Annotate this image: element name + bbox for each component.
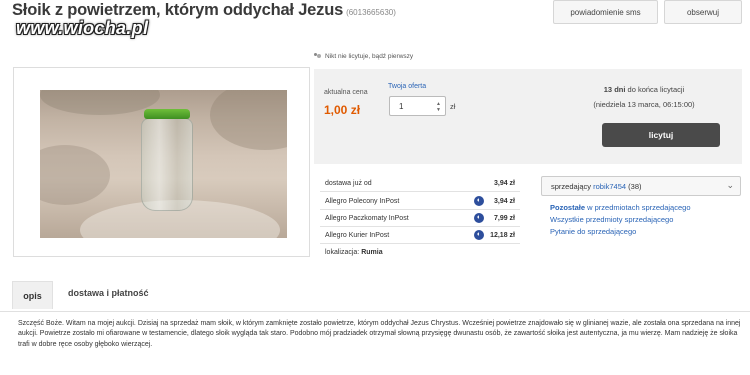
shipping-from-price: 3,94 zł [493,180,515,187]
your-offer-label: Twoja oferta [388,83,427,90]
inpost-icon: ◐ [474,213,484,223]
tab-shipping-payment[interactable]: dostawa i płatność [68,288,149,298]
current-price-label: aktualna cena [324,89,368,96]
offer-id: (6013665630) [346,8,396,17]
ask-seller-link[interactable]: Pytanie do sprzedającego [550,227,636,236]
no-bids-note: Nikt nie licytuje, bądź pierwszy [314,53,413,60]
offer-value: 1 [399,102,404,111]
seller-other-items-bold: Pozostałe [550,203,586,212]
shipping-from-label: dostawa już od [325,180,372,187]
jar-picture [141,109,193,211]
shipping-option-name: Allegro Polecony InPost [325,198,400,205]
item-description: Szczęść Boże. Witam na mojej aukcji. Dzi… [18,320,741,348]
sms-notification-button[interactable]: powiadomienie sms [553,0,658,24]
location-label: lokalizacja: [325,249,360,256]
shipping-from-row: dostawa już od 3,94 zł [320,175,520,192]
days-left-text: do końca licytacji [625,85,685,94]
shipping-option-price: 3,94 zł [493,198,515,205]
seller-other-items-text: w przedmiotach sprzedającego [585,203,691,212]
stepper-arrows-icon[interactable]: ▲ ▼ [435,101,442,113]
seller-dropdown[interactable]: sprzedający robik7454 (38) ⌄ [541,176,741,196]
location-value: Rumia [361,249,383,256]
seller-all-items-link[interactable]: Wszystkie przedmioty sprzedającego [550,215,673,224]
shipping-option[interactable]: Allegro Paczkomaty InPost ◐ 7,99 zł [320,210,520,227]
inpost-icon: ◐ [474,230,484,240]
time-left: 13 dni do końca licytacji [574,85,714,94]
days-left: 13 dni [603,85,626,94]
bid-button[interactable]: licytuj [602,123,720,147]
shipping-option[interactable]: Allegro Kurier InPost ◐ 12,18 zł [320,227,520,244]
watermark: www.wiocha.pl [16,18,149,38]
bid-panel: aktualna cena 1,00 zł Twoja oferta 1 ▲ ▼ … [314,69,742,164]
current-price: 1,00 zł [324,103,361,117]
tab-description[interactable]: opis [12,281,53,309]
seller-rating: (38) [628,182,642,191]
seller-other-items-link[interactable]: Pozostałe w przedmiotach sprzedającego [550,203,691,212]
offer-currency: zł [450,102,456,111]
seller-info: sprzedający robik7454 (38) [551,182,642,191]
shipping-option[interactable]: Allegro Polecony InPost ◐ 3,94 zł [320,193,520,210]
seller-nick[interactable]: robik7454 [593,182,626,191]
users-icon [314,53,322,60]
shipping-option-name: Allegro Kurier InPost [325,232,390,239]
location: lokalizacja: Rumia [325,249,383,256]
chevron-down-icon: ⌄ [726,180,734,190]
product-photo[interactable] [40,90,287,238]
offer-input[interactable]: 1 ▲ ▼ [389,96,446,116]
end-date: (niedziela 13 marca, 06:15:00) [593,100,695,109]
shipping-option-price: 7,99 zł [493,215,515,222]
shipping-option-price: 12,18 zł [490,232,515,239]
seller-label: sprzedający [551,182,592,191]
product-image-frame[interactable] [13,67,310,257]
watch-button[interactable]: obserwuj [664,0,742,24]
no-bids-text: Nikt nie licytuje, bądź pierwszy [325,53,414,60]
title-text: Słoik z powietrzem, którym oddychał Jezu… [12,1,344,19]
inpost-icon: ◐ [474,196,484,206]
shipping-option-name: Allegro Paczkomaty InPost [325,215,409,222]
